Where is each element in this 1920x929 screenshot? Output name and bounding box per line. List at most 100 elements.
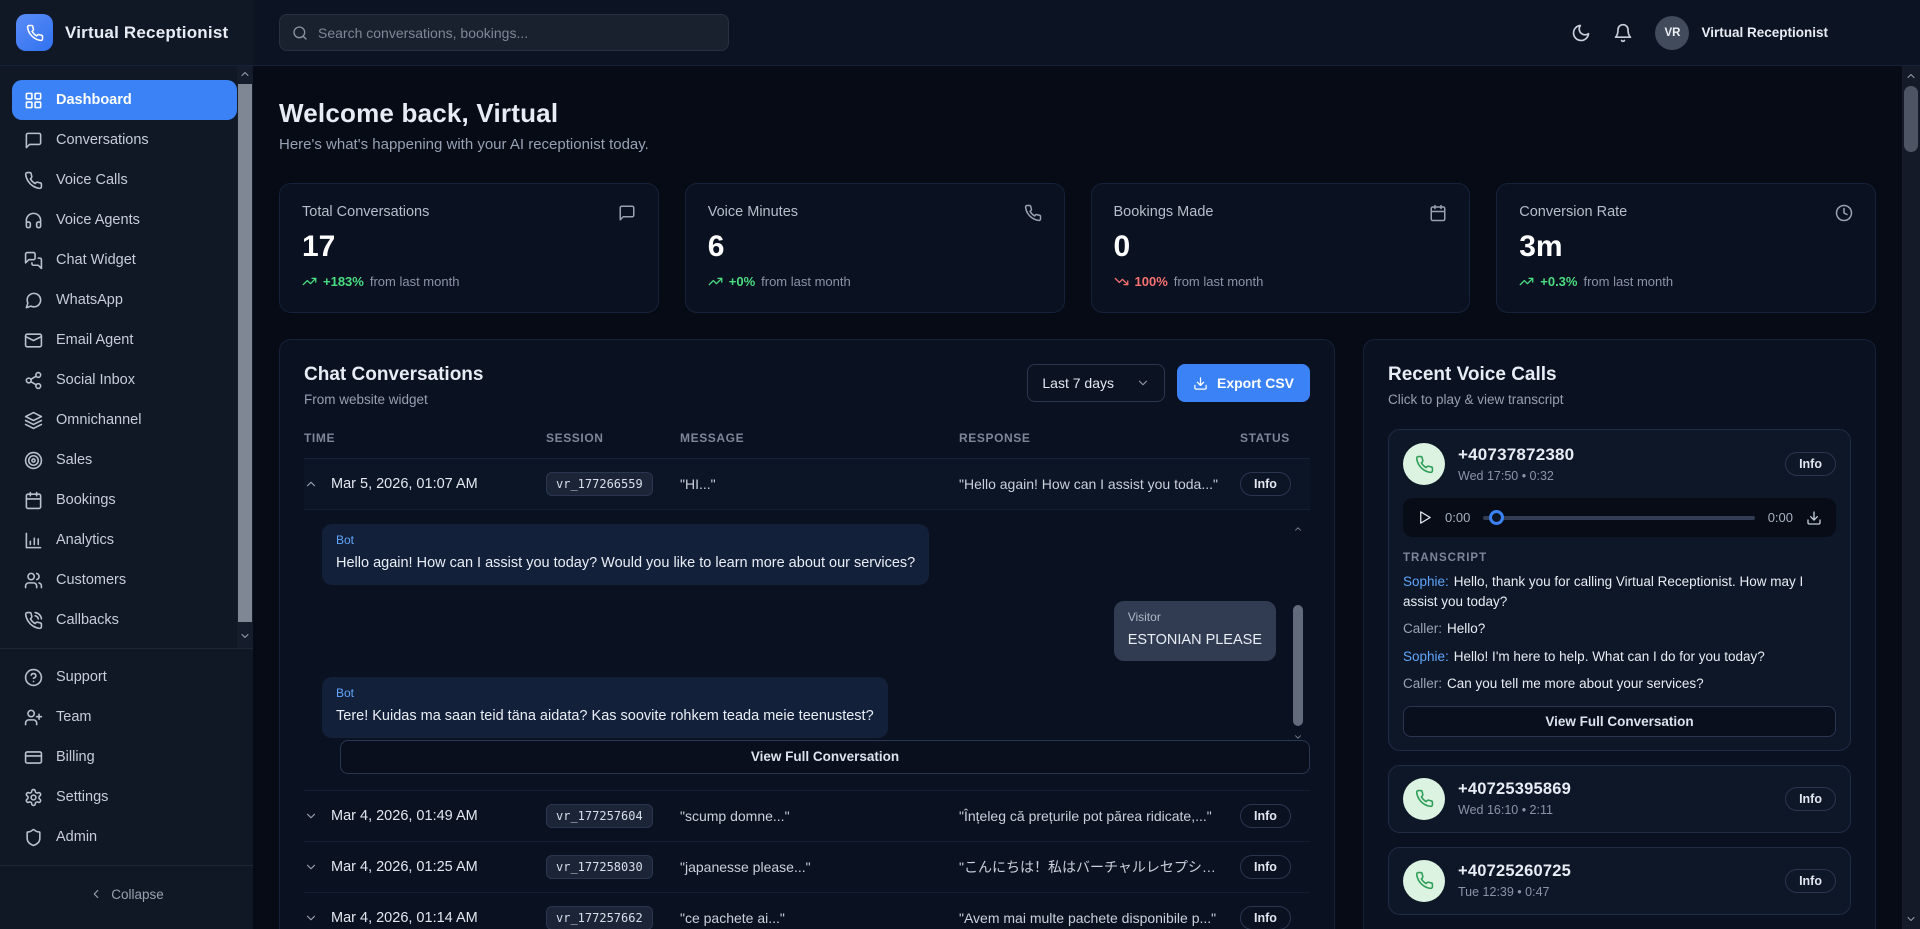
sidebar-item-customers[interactable]: Customers <box>12 560 237 600</box>
info-badge[interactable]: Info <box>1240 804 1291 828</box>
stat-value: 3m <box>1519 230 1853 264</box>
export-csv-button[interactable]: Export CSV <box>1177 364 1310 402</box>
chevron-down-icon[interactable] <box>1292 732 1304 742</box>
sidebar-collapse-button[interactable]: Collapse <box>0 874 253 914</box>
chat-thread: Bot Hello again! How can I assist you to… <box>322 524 1310 738</box>
info-badge[interactable]: Info <box>1785 787 1836 811</box>
info-badge[interactable]: Info <box>1785 869 1836 893</box>
call-meta: Tue 12:39 • 0:47 <box>1458 885 1571 899</box>
sidebar-item-team[interactable]: Team <box>12 697 237 737</box>
global-search[interactable] <box>279 14 729 51</box>
message-role: Visitor <box>1128 610 1262 624</box>
sidebar-item-bookings[interactable]: Bookings <box>12 480 237 520</box>
thread-scrollbar-thumb[interactable] <box>1293 605 1303 727</box>
sidebar-item-settings[interactable]: Settings <box>12 777 237 817</box>
chevron-down-icon[interactable] <box>304 809 318 823</box>
page-scrollbar-thumb[interactable] <box>1904 86 1918 152</box>
user-avatar[interactable]: VR <box>1655 16 1689 50</box>
stat-change: +183% <box>323 274 364 289</box>
sidebar-item-label: Support <box>56 669 107 685</box>
sidebar-item-label: Analytics <box>56 532 114 548</box>
sidebar-item-social-inbox[interactable]: Social Inbox <box>12 360 237 400</box>
sidebar-item-email-agent[interactable]: Email Agent <box>12 320 237 360</box>
page-subtitle: Here's what's happening with your AI rec… <box>279 136 1876 153</box>
search-icon <box>292 25 308 41</box>
chevron-up-icon[interactable] <box>1902 70 1920 82</box>
recent-voice-calls-panel: Recent Voice Calls Click to play & view … <box>1363 339 1876 929</box>
notifications-bell-icon[interactable] <box>1613 23 1633 43</box>
sidebar-item-label: Omnichannel <box>56 412 141 428</box>
search-input[interactable] <box>318 25 716 41</box>
share-icon <box>24 371 43 390</box>
transcript-line: Sophie:Hello! I'm here to help. What can… <box>1403 647 1836 667</box>
table-row[interactable]: Mar 4, 2026, 01:49 AM vr_177257604 "scum… <box>304 791 1310 842</box>
slider-knob[interactable] <box>1489 510 1504 525</box>
play-icon[interactable] <box>1417 509 1432 526</box>
voice-call-card[interactable]: +40725260725 Tue 12:39 • 0:47 Info <box>1388 847 1851 915</box>
table-row[interactable]: Mar 4, 2026, 01:25 AM vr_177258030 "japa… <box>304 842 1310 893</box>
sidebar-item-sales[interactable]: Sales <box>12 440 237 480</box>
chevron-up-icon[interactable] <box>304 477 318 491</box>
theme-toggle-moon-icon[interactable] <box>1571 23 1591 43</box>
table-row[interactable]: Mar 5, 2026, 01:07 AM vr_177266559 "HI..… <box>304 459 1310 510</box>
download-icon[interactable] <box>1806 510 1822 526</box>
chevron-up-icon[interactable] <box>1292 524 1304 534</box>
session-badge: vr_177257604 <box>546 804 653 828</box>
table-row[interactable]: Mar 4, 2026, 01:14 AM vr_177257662 "ce p… <box>304 893 1310 929</box>
sidebar-item-support[interactable]: Support <box>12 657 237 697</box>
info-badge[interactable]: Info <box>1785 452 1836 476</box>
info-badge[interactable]: Info <box>1240 472 1291 496</box>
conversations-table: TIME SESSION MESSAGE RESPONSE STATUS Mar… <box>304 431 1310 929</box>
info-badge[interactable]: Info <box>1240 906 1291 929</box>
sidebar-item-label: Sales <box>56 452 92 468</box>
chevron-down-icon[interactable] <box>237 630 253 642</box>
sidebar-item-whatsapp[interactable]: WhatsApp <box>12 280 237 320</box>
seek-slider[interactable] <box>1483 510 1754 525</box>
view-full-conversation-button[interactable]: View Full Conversation <box>1403 706 1836 737</box>
trending-up-icon <box>1519 274 1534 289</box>
sidebar-item-admin[interactable]: Admin <box>12 817 237 857</box>
sidebar-item-voice-agents[interactable]: Voice Agents <box>12 200 237 240</box>
sidebar-scrollbar-thumb[interactable] <box>238 84 252 622</box>
date-range-select[interactable]: Last 7 days <box>1027 364 1165 402</box>
sidebar-item-dashboard[interactable]: Dashboard <box>12 80 237 120</box>
collapse-label: Collapse <box>111 887 164 902</box>
message-role: Bot <box>336 686 874 700</box>
chevron-down-icon[interactable] <box>1902 913 1920 925</box>
sidebar-item-analytics[interactable]: Analytics <box>12 520 237 560</box>
stat-label: Voice Minutes <box>708 204 798 220</box>
message-text: Tere! Kuidas ma saan teid täna aidata? K… <box>336 707 874 727</box>
message-text: ESTONIAN PLEASE <box>1128 631 1262 651</box>
sidebar-scrollbar[interactable] <box>237 66 253 648</box>
layers-icon <box>24 411 43 430</box>
info-badge[interactable]: Info <box>1240 855 1291 879</box>
sidebar-item-voice-calls[interactable]: Voice Calls <box>12 160 237 200</box>
thread-scrollbar[interactable] <box>1292 524 1304 742</box>
chevron-down-icon[interactable] <box>304 860 318 874</box>
chevron-down-icon[interactable] <box>304 911 318 925</box>
total-time: 0:00 <box>1768 510 1793 525</box>
chevron-down-icon <box>1136 376 1150 390</box>
row-message: "ce pachete ai..." <box>680 910 959 926</box>
col-message: MESSAGE <box>680 431 959 445</box>
stat-card-conversion-rate: Conversion Rate 3m +0.3% from last month <box>1496 183 1876 313</box>
row-response: "Înțeleg că prețurile pot părea ridicate… <box>959 808 1240 824</box>
session-badge: vr_177266559 <box>546 472 653 496</box>
sidebar-item-label: Email Agent <box>56 332 133 348</box>
sidebar-item-label: Admin <box>56 829 97 845</box>
top-bar: Virtual Receptionist VR Virtual Receptio… <box>0 0 1920 66</box>
sidebar-item-omnichannel[interactable]: Omnichannel <box>12 400 237 440</box>
row-response: "こんにちは！私はバーチャルレセプショ..." <box>959 857 1240 877</box>
sidebar-item-chat-widget[interactable]: Chat Widget <box>12 240 237 280</box>
voice-call-card[interactable]: +40737872380 Wed 17:50 • 0:32 Info 0:00 … <box>1388 429 1851 751</box>
view-full-conversation-button[interactable]: View Full Conversation <box>340 740 1310 774</box>
sidebar-item-billing[interactable]: Billing <box>12 737 237 777</box>
sidebar-item-callbacks[interactable]: Callbacks <box>12 600 237 640</box>
page-scrollbar[interactable] <box>1902 66 1920 929</box>
voice-call-card[interactable]: +40725395869 Wed 16:10 • 2:11 Info <box>1388 765 1851 833</box>
speaker-name: Caller: <box>1403 621 1442 636</box>
sidebar-item-label: Team <box>56 709 91 725</box>
phone-icon <box>1024 204 1042 222</box>
sidebar-item-conversations[interactable]: Conversations <box>12 120 237 160</box>
chevron-up-icon[interactable] <box>237 68 253 80</box>
